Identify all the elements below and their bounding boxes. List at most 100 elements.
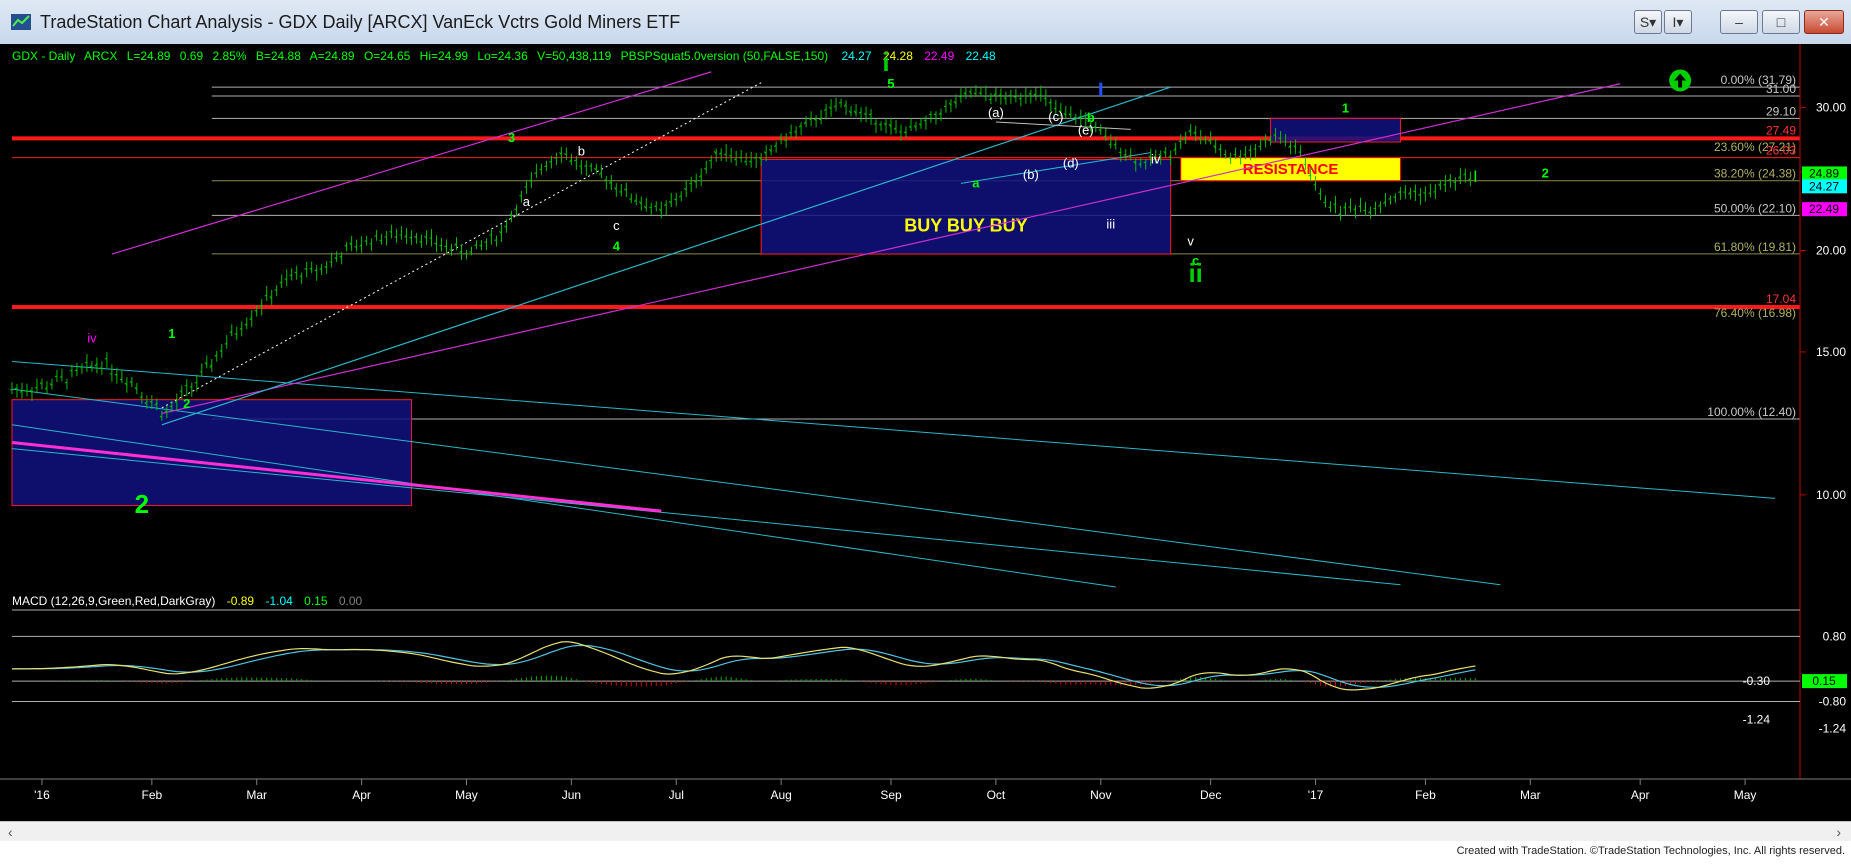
price-bar-open [1373, 207, 1376, 210]
scroll-left-icon[interactable]: ‹ [8, 824, 13, 840]
wave-label: a [523, 194, 531, 209]
maximize-button[interactable]: □ [1762, 10, 1800, 34]
wave-label: iii [1106, 216, 1115, 231]
macd-value-3: 0.15 [304, 594, 328, 608]
price-bar-open [1303, 163, 1306, 166]
price-bar-open [649, 206, 652, 209]
x-tick-label: Oct [987, 788, 1006, 802]
level-label: 61.80% (19.81) [1714, 240, 1796, 254]
resistance-label: RESISTANCE [1243, 161, 1339, 178]
wave-label: 3 [508, 130, 515, 145]
macd-axis-label: 0.80 [1823, 629, 1847, 643]
price-bar-open [574, 159, 577, 162]
price-bar-open [149, 401, 153, 403]
price-bar-open [1118, 151, 1121, 154]
price-bar-open [1388, 197, 1391, 200]
level-label: 50.00% (22.10) [1714, 201, 1796, 215]
symbol-link-i-button[interactable]: I▾ [1664, 10, 1692, 34]
y-tick-label: 15.00 [1816, 345, 1846, 359]
price-bar-open [729, 154, 732, 157]
x-tick-label: May [455, 788, 478, 802]
price-bar-open [314, 269, 317, 272]
macd-label: MACD (12,26,9,Green,Red,DarkGray) [12, 594, 215, 608]
x-tick-label: Apr [352, 788, 371, 802]
price-bar-open [514, 208, 517, 210]
x-tick-label: Feb [141, 788, 162, 802]
header-bid: B=24.88 [256, 49, 301, 63]
header-low: Lo=24.36 [477, 49, 528, 63]
level-label: 26.03 [1766, 144, 1796, 158]
price-bar-open [114, 373, 118, 376]
price-bar-open [364, 240, 367, 242]
price-bar-open [1258, 145, 1261, 148]
price-bar-open [184, 384, 187, 387]
wave-label: (b) [1023, 167, 1039, 182]
wave-label: 2 [183, 396, 190, 411]
price-bar-open [1428, 192, 1431, 194]
price-bar-open [838, 101, 842, 104]
wave-label: v [1187, 233, 1194, 248]
minimize-button[interactable]: – [1720, 10, 1758, 34]
symbol-link-s-button[interactable]: S▾ [1634, 10, 1662, 34]
wave-label: i [882, 47, 889, 77]
x-tick-label: Jun [562, 788, 581, 802]
header-last: L=24.89 [127, 49, 171, 63]
x-tick-label: Nov [1090, 788, 1111, 802]
wave-label: iv [87, 331, 97, 346]
footer-credit: Created with TradeStation. ©TradeStation… [1456, 845, 1845, 857]
y-tick-label: 30.00 [1816, 101, 1846, 115]
wave-label: iv [1151, 152, 1161, 167]
price-bar-open [54, 375, 58, 378]
x-tick-label: Aug [770, 788, 791, 802]
close-button[interactable]: ✕ [1804, 10, 1844, 34]
wave-label: 5 [887, 76, 894, 91]
level-label: 38.20% (24.38) [1714, 167, 1796, 181]
level-label: 31.00 [1766, 82, 1796, 96]
level-label: 76.40% (16.98) [1714, 306, 1796, 320]
zone-box [1270, 117, 1401, 143]
wave-label: a [972, 176, 980, 191]
header-exchange: ARCX [84, 49, 117, 63]
header-ask: A=24.89 [310, 49, 355, 63]
price-bar-open [394, 236, 397, 238]
scroll-right-icon[interactable]: › [1836, 824, 1841, 840]
macd-value-4: 0.00 [339, 594, 363, 608]
header-symbol: GDX - Daily [12, 49, 75, 63]
buy-zone-label: BUY BUY BUY [904, 216, 1027, 236]
price-bar-open [689, 182, 692, 185]
macd-tag-label: 0.15 [1812, 674, 1836, 688]
wave-label: (e) [1078, 122, 1094, 137]
price-bar-open [918, 123, 922, 126]
x-tick-label: Dec [1200, 788, 1221, 802]
price-bar-open [1248, 149, 1251, 152]
horizontal-scrollbar[interactable]: ‹ › [0, 821, 1851, 842]
chart-area[interactable]: GDX - Daily ARCX L=24.89 0.69 2.85% B=24… [0, 44, 1851, 821]
x-tick-label: Feb [1415, 788, 1436, 802]
price-bar-open [978, 92, 982, 95]
wave-label: 2 [135, 489, 149, 519]
x-tick-label: '17 [1308, 788, 1324, 802]
header-volume: V=50,438,119 [537, 49, 612, 63]
price-chart[interactable]: GDX - Daily ARCX L=24.89 0.69 2.85% B=24… [0, 44, 1851, 821]
wave-label: (d) [1063, 156, 1079, 171]
x-tick-label: Mar [1520, 788, 1541, 802]
level-label: 100.00% (12.40) [1707, 405, 1796, 419]
price-bar-open [579, 165, 582, 167]
window-titlebar: TradeStation Chart Analysis - GDX Daily … [0, 0, 1851, 45]
price-bar-open [9, 388, 13, 391]
window-title: TradeStation Chart Analysis - GDX Daily … [40, 12, 681, 32]
header-change: 0.69 [180, 49, 204, 63]
macd-value-1: -0.89 [227, 594, 255, 608]
x-tick-label: Sep [880, 788, 902, 802]
price-tag-label: 24.89 [1809, 166, 1839, 180]
price-bar-open [299, 275, 302, 278]
price-bar-open [958, 95, 962, 98]
price-bar-open [89, 365, 93, 368]
cyan-channel-line [11, 448, 1401, 586]
header-open: O=24.65 [364, 49, 411, 63]
header-study-value-1: 24.27 [841, 49, 871, 63]
zone-box [760, 158, 1172, 255]
wave-label: 2 [1542, 166, 1549, 181]
price-bar-open [744, 160, 747, 163]
level-label: 27.49 [1766, 123, 1796, 137]
